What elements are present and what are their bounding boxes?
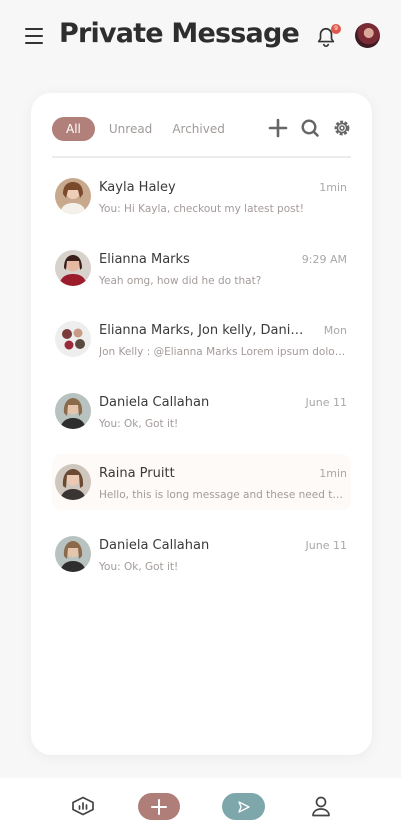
message-preview: You: Ok, Got it! bbox=[99, 560, 179, 573]
profile-icon[interactable] bbox=[310, 795, 332, 817]
contact-name: Raina Pruitt bbox=[99, 466, 175, 481]
message-time: 1min bbox=[319, 467, 347, 480]
group-avatar bbox=[55, 321, 91, 357]
gear-icon[interactable] bbox=[332, 118, 352, 138]
message-time: June 11 bbox=[305, 395, 347, 409]
message-time: June 11 bbox=[305, 538, 347, 552]
contact-avatar bbox=[55, 249, 91, 286]
message-time: 9:29 AM bbox=[301, 252, 347, 266]
contact-avatar bbox=[55, 535, 91, 572]
messages-card: All Unread Archived Kayla Haley 1min You… bbox=[31, 93, 372, 755]
menu-button[interactable] bbox=[25, 28, 43, 44]
add-button[interactable] bbox=[138, 793, 180, 820]
send-button[interactable] bbox=[222, 793, 265, 820]
message-item[interactable]: Daniela Callahan June 11 You: Ok, Got it… bbox=[52, 526, 351, 582]
contact-avatar bbox=[55, 464, 91, 500]
send-icon bbox=[237, 800, 250, 813]
message-list: Kayla Haley 1min You: Hi Kayla, checkout… bbox=[52, 168, 351, 597]
message-item[interactable]: Raina Pruitt 1min Hello, this is long me… bbox=[52, 454, 351, 510]
plus-icon[interactable] bbox=[268, 118, 288, 138]
message-item[interactable]: Daniela Callahan June 11 You: Ok, Got it… bbox=[52, 383, 351, 439]
message-item[interactable]: Kayla Haley 1min You: Hi Kayla, checkout… bbox=[52, 168, 351, 224]
divider bbox=[52, 156, 351, 158]
message-time: 1min bbox=[319, 181, 347, 194]
bottom-nav bbox=[0, 778, 401, 835]
page-title: Private Message bbox=[59, 18, 300, 49]
message-preview: You: Hi Kayla, checkout my latest post! bbox=[99, 203, 304, 215]
contact-name: Kayla Haley bbox=[99, 180, 176, 195]
message-preview: Yeah omg, how did he do that? bbox=[99, 274, 262, 287]
contact-name: Elianna Marks, Jon kelly, Daniela Callah… bbox=[99, 323, 309, 338]
tab-archived[interactable]: Archived bbox=[164, 117, 233, 141]
search-icon[interactable] bbox=[300, 118, 320, 138]
contact-name: Daniela Callahan bbox=[99, 537, 210, 553]
message-item[interactable]: Elianna Marks 9:29 AM Yeah omg, how did … bbox=[52, 240, 351, 296]
contact-avatar bbox=[55, 392, 91, 429]
message-time: Mon bbox=[323, 324, 347, 337]
contact-avatar bbox=[55, 178, 91, 214]
app-header: Private Message 9 bbox=[0, 0, 401, 80]
message-preview: Hello, this is long message and these ne… bbox=[99, 489, 347, 501]
message-preview: Jon Kelly : @Elianna Marks Lorem ipsum d… bbox=[99, 346, 347, 358]
notification-badge: 9 bbox=[331, 24, 341, 34]
stats-icon[interactable] bbox=[71, 796, 95, 816]
tab-all[interactable]: All bbox=[52, 117, 95, 141]
user-avatar[interactable] bbox=[355, 23, 380, 48]
card-toolbar bbox=[268, 118, 352, 138]
tab-unread[interactable]: Unread bbox=[101, 117, 160, 141]
contact-name: Daniela Callahan bbox=[99, 394, 210, 410]
message-item[interactable]: Elianna Marks, Jon kelly, Daniela Callah… bbox=[52, 311, 351, 367]
contact-name: Elianna Marks bbox=[99, 251, 190, 267]
message-tabs: All Unread Archived bbox=[52, 117, 237, 141]
plus-icon bbox=[151, 798, 167, 815]
message-preview: You: Ok, Got it! bbox=[99, 417, 179, 430]
